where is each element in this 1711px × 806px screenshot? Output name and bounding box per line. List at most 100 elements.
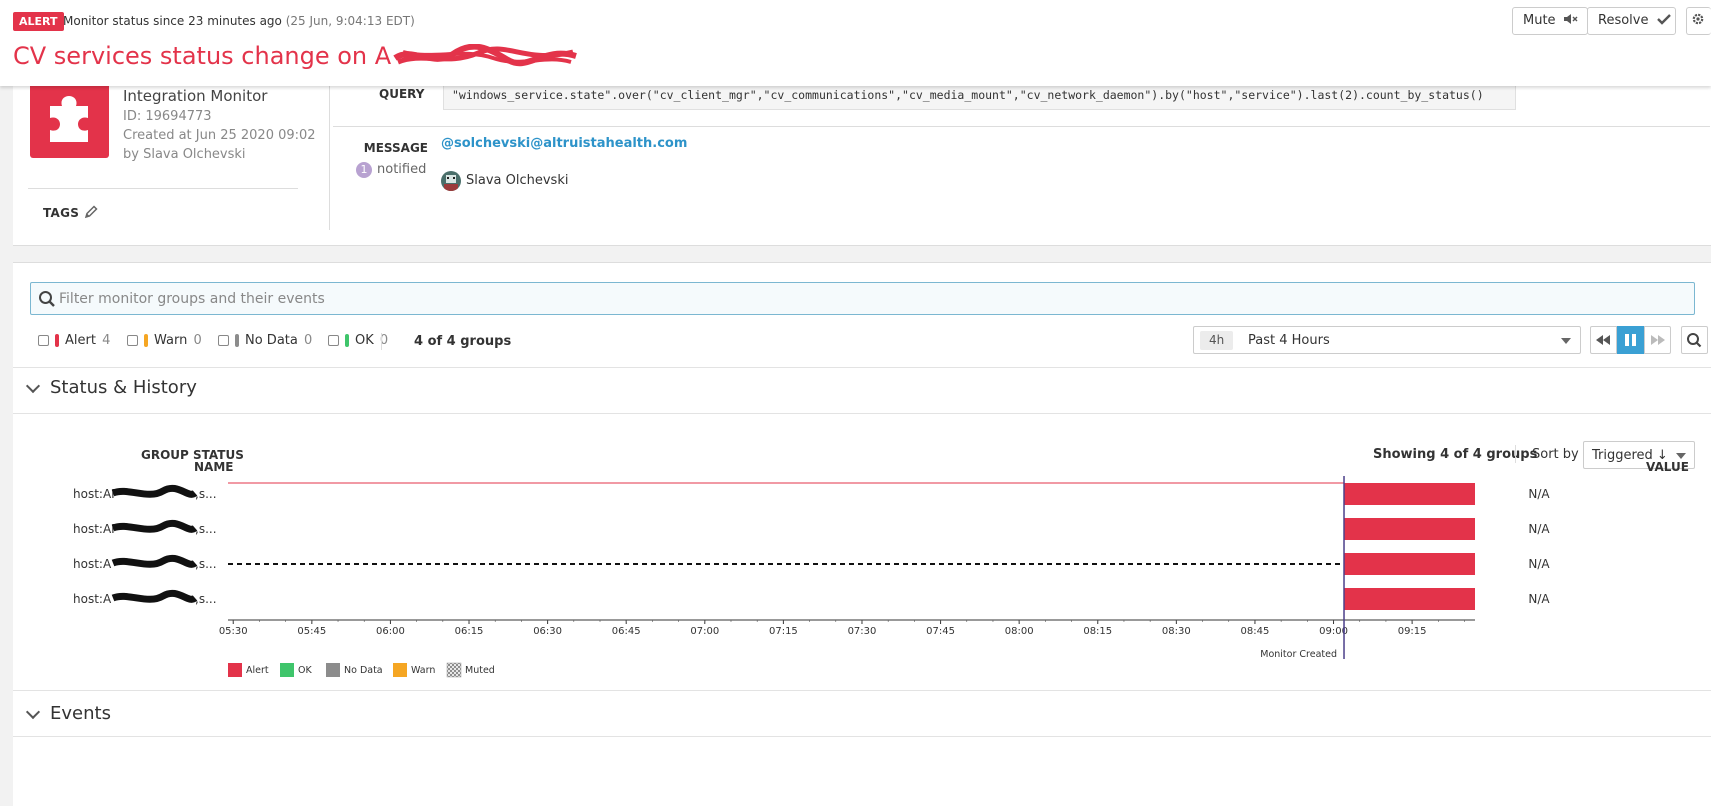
x-tick-label: 08:00	[1005, 626, 1034, 637]
x-tick-label: 09:15	[1398, 626, 1427, 637]
x-tick-label: 07:45	[926, 626, 955, 637]
alert-color-bar	[55, 334, 59, 347]
filter-count: 4	[102, 333, 111, 348]
group-value: N/A	[1528, 522, 1550, 536]
group-name-suffix: ,s...	[195, 522, 217, 536]
group-name: host:AF	[73, 487, 118, 501]
mute-button[interactable]: Mute	[1512, 7, 1588, 35]
puzzle-icon	[50, 96, 88, 142]
group-search-box[interactable]	[30, 282, 1695, 315]
chart-content: host:AF ,s... N/A host:AF ,s... N/A host:A ,s..…	[73, 476, 1550, 637]
checkbox[interactable]	[218, 335, 229, 346]
settings-button[interactable]	[1686, 7, 1711, 35]
filter-nodata-checkbox[interactable]: No Data 0	[218, 333, 312, 349]
ok-color-bar	[345, 334, 349, 347]
integration-monitor-icon	[30, 78, 109, 158]
checkbox[interactable]	[127, 335, 138, 346]
redaction-scribble	[111, 484, 198, 498]
legend-label: No Data	[344, 665, 383, 676]
time-range-select[interactable]: 4h Past 4 Hours	[1193, 326, 1581, 354]
divider	[13, 736, 1711, 737]
status-line: Monitor status since 23 minutes ago (25 …	[63, 14, 415, 28]
rewind-icon	[1596, 335, 1610, 345]
legend-label: OK	[298, 665, 312, 676]
status-text: Monitor status since 23 minutes ago	[63, 14, 282, 28]
time-range-label: Past 4 Hours	[1248, 333, 1330, 348]
events-section-toggle[interactable]: Events	[25, 703, 111, 724]
group-value: N/A	[1528, 592, 1550, 606]
avatar	[441, 171, 461, 191]
mute-label: Mute	[1523, 13, 1556, 28]
fast-forward-button[interactable]	[1644, 326, 1671, 354]
divider	[13, 690, 1711, 691]
alert-bar	[1344, 588, 1475, 610]
search-icon	[39, 291, 55, 307]
caret-down-icon	[1676, 453, 1686, 459]
divider	[13, 413, 1711, 414]
redaction-scribble	[111, 519, 198, 533]
chevron-down-icon	[25, 378, 41, 394]
group-value: N/A	[1528, 557, 1550, 571]
caret-down-icon	[1561, 338, 1571, 344]
section-title: Status & History	[50, 377, 197, 398]
warn-color-bar	[144, 334, 148, 347]
divider	[381, 333, 382, 350]
message-recipient-link[interactable]: @solchevski@altruistahealth.com	[441, 136, 687, 151]
divider	[28, 188, 298, 189]
check-icon	[1656, 14, 1671, 25]
page-title-text: CV services status change on A	[13, 42, 392, 70]
section-title: Events	[50, 703, 111, 724]
search-input[interactable]	[59, 283, 1689, 314]
divider	[1515, 445, 1516, 463]
group-name: host:AF	[73, 522, 118, 536]
legend-swatch	[326, 663, 340, 677]
x-tick-label: 06:30	[533, 626, 562, 637]
magnifier-icon	[1687, 333, 1702, 348]
resolve-button[interactable]: Resolve	[1587, 7, 1676, 35]
redaction-scribble	[393, 44, 578, 70]
monitor-header: ALERT Monitor status since 23 minutes ag…	[0, 0, 1711, 86]
notified-user-name: Slava Olchevski	[466, 173, 569, 188]
monitor-groups-panel: Alert 4 Warn 0 No Data 0 OK 0 4 of 4 gro…	[13, 262, 1711, 806]
monitor-created-at: Created at Jun 25 2020 09:02	[123, 128, 316, 143]
name-column-header: NAME	[194, 460, 234, 474]
checkbox[interactable]	[38, 335, 49, 346]
alert-status-badge: ALERT	[13, 12, 64, 31]
status-timestamp: (25 Jun, 9:04:13 EDT)	[285, 14, 415, 28]
group-status-timeline: host:AF ,s... N/A host:AF ,s... N/A host:A ,s..…	[73, 476, 1550, 678]
legend-label: Alert	[246, 665, 269, 676]
monitor-creator: by Slava Olchevski	[123, 147, 246, 162]
page-title: CV services status change on A	[13, 42, 578, 70]
x-tick-label: 07:15	[769, 626, 798, 637]
time-range-chip: 4h	[1200, 331, 1234, 350]
x-tick-label: 06:00	[376, 626, 405, 637]
monitor-type: Integration Monitor	[123, 87, 268, 105]
legend-swatch	[280, 663, 294, 677]
legend-label: Muted	[465, 665, 495, 676]
filter-count: 0	[193, 333, 202, 348]
redaction-scribble	[111, 589, 198, 603]
status-history-section-toggle[interactable]: Status & History	[25, 377, 197, 398]
group-name: host:A	[73, 557, 112, 571]
x-tick-label: 06:45	[612, 626, 641, 637]
notified-count-badge: 1	[356, 162, 372, 178]
nodata-color-bar	[235, 334, 239, 347]
legend-swatch	[446, 662, 462, 678]
group-value: N/A	[1528, 487, 1550, 501]
zoom-button[interactable]	[1681, 326, 1708, 354]
pause-button[interactable]	[1617, 326, 1644, 354]
x-tick-label: 05:30	[219, 626, 248, 637]
pencil-icon[interactable]	[83, 204, 99, 220]
x-tick-label: 08:15	[1083, 626, 1112, 637]
rewind-button[interactable]	[1590, 326, 1617, 354]
legend-label: Warn	[411, 665, 435, 676]
monitor-created-label: Monitor Created	[1260, 649, 1337, 660]
x-tick-label: 06:15	[455, 626, 484, 637]
filter-warn-checkbox[interactable]: Warn 0	[127, 333, 202, 349]
filter-ok-checkbox[interactable]: OK 0	[328, 333, 388, 349]
filter-alert-checkbox[interactable]: Alert 4	[38, 333, 110, 349]
legend-swatch	[393, 663, 407, 677]
group-name-suffix: ,s...	[195, 592, 217, 606]
checkbox[interactable]	[328, 335, 339, 346]
groups-count: 4 of 4 groups	[414, 334, 512, 349]
